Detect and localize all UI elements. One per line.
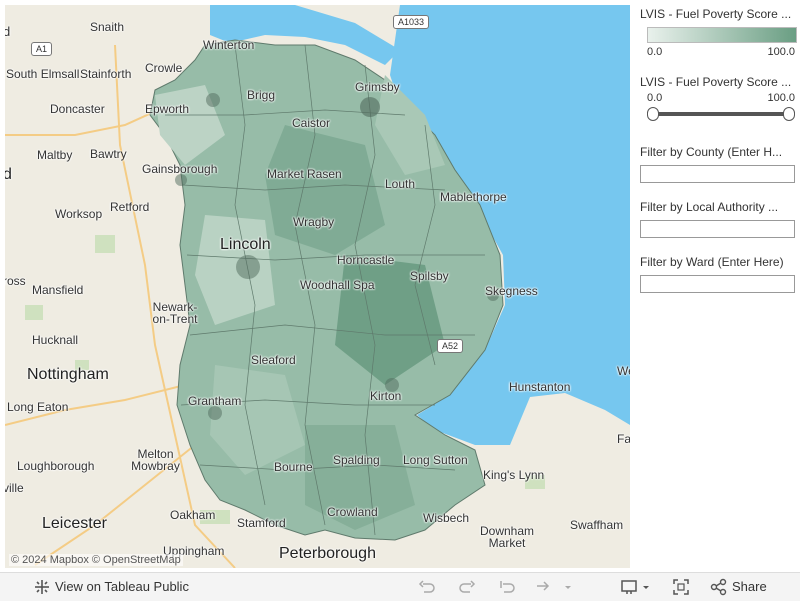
town-label-spilsby: Spilsby: [410, 269, 449, 283]
map-edge-label: d: [5, 166, 12, 183]
range-filter: LVIS - Fuel Poverty Score ... 0.0 100.0: [640, 75, 798, 121]
town-label-bawtry: Bawtry: [90, 147, 127, 161]
town-label-oakham: Oakham: [170, 508, 216, 522]
town-label-sleaford: Sleaford: [251, 353, 296, 367]
range-slider-track[interactable]: [651, 112, 791, 116]
town-label-mansfield: Mansfield: [32, 283, 84, 297]
town-label-bourne: Bourne: [274, 460, 313, 474]
town-label-long-sutton: Long Sutton: [403, 453, 468, 467]
filter-county-input[interactable]: [640, 165, 795, 183]
town-label-maltby: Maltby: [37, 148, 73, 162]
chevron-down-icon[interactable]: [562, 578, 574, 596]
map-edge-label: We: [617, 364, 630, 378]
town-label-nottingham: Nottingham: [27, 366, 109, 383]
share-icon[interactable]: [710, 578, 728, 596]
fullscreen-icon[interactable]: [672, 578, 690, 596]
range-filter-title: LVIS - Fuel Poverty Score ...: [640, 75, 792, 89]
town-label-leicester: Leicester: [42, 515, 107, 532]
map-edge-label: ville: [5, 481, 24, 495]
town-label-swaffham: Swaffham: [570, 518, 624, 532]
town-label-kirton: Kirton: [370, 389, 402, 403]
tableau-icon[interactable]: [33, 578, 51, 596]
town-label-downham-market: Downham Market: [479, 524, 535, 550]
town-label-stainforth: Stainforth: [80, 67, 132, 81]
color-legend-title: LVIS - Fuel Poverty Score ...: [640, 7, 792, 21]
road-shield-a52: A52: [437, 339, 464, 353]
share-button[interactable]: Share: [732, 579, 767, 594]
town-label-market-rasen: Market Rasen: [267, 167, 342, 181]
map-attribution[interactable]: © 2024 Mapbox © OpenStreetMap: [9, 554, 183, 566]
legend-panel: LVIS - Fuel Poverty Score ... 0.0 100.0 …: [636, 5, 798, 568]
map-edge-label: ross: [5, 274, 26, 288]
color-legend-max: 100.0: [767, 46, 795, 58]
filter-local-authority-label: Filter by Local Authority ...: [640, 200, 779, 214]
view-on-tableau-public-link[interactable]: View on Tableau Public: [55, 579, 189, 594]
town-label-spalding: Spalding: [333, 453, 380, 467]
town-label-loughborough: Loughborough: [17, 459, 95, 473]
town-label-gainsborough: Gainsborough: [142, 162, 218, 176]
town-label-snaith: Snaith: [90, 20, 125, 34]
download-icon[interactable]: [620, 578, 638, 596]
town-label-horncastle: Horncastle: [337, 253, 395, 267]
map-edge-label: Fa: [617, 432, 630, 446]
filter-local-authority-input[interactable]: [640, 220, 795, 238]
town-label-melton-mowbray: Melton Mowbray: [131, 447, 180, 473]
town-label-south-elmsall: South Elmsall: [6, 67, 80, 81]
town-label-epworth: Epworth: [145, 102, 190, 116]
town-label-hunstanton: Hunstanton: [509, 380, 571, 394]
town-label-grantham: Grantham: [188, 394, 242, 408]
town-label-winterton: Winterton: [203, 38, 255, 52]
town-label-retford: Retford: [110, 200, 150, 214]
filter-ward: Filter by Ward (Enter Here): [640, 255, 798, 293]
filter-ward-input[interactable]: [640, 275, 795, 293]
town-label-newark: Newark-on-Trent: [152, 300, 198, 326]
town-label-louth: Louth: [385, 177, 416, 191]
town-label-lincoln: Lincoln: [220, 236, 271, 253]
range-slider[interactable]: [647, 107, 795, 121]
filter-county: Filter by County (Enter H...: [640, 145, 798, 183]
town-label-peterborough: Peterborough: [279, 545, 376, 562]
town-label-wisbech: Wisbech: [423, 511, 470, 525]
color-legend-min: 0.0: [647, 46, 663, 58]
town-label-skegness: Skegness: [485, 284, 538, 298]
town-label-doncaster: Doncaster: [50, 102, 105, 116]
filter-ward-label: Filter by Ward (Enter Here): [640, 255, 784, 269]
town-label-mablethorpe: Mablethorpe: [440, 190, 507, 204]
town-label-hucknall: Hucknall: [32, 333, 79, 347]
range-slider-low-handle[interactable]: [647, 107, 659, 121]
range-slider-high-handle[interactable]: [783, 107, 795, 121]
filter-county-label: Filter by County (Enter H...: [640, 145, 783, 159]
revert-icon[interactable]: [498, 578, 516, 596]
map-view[interactable]: d d ross ville We Fa Snaith Crowle Winte…: [5, 5, 630, 568]
redo-icon[interactable]: [458, 578, 476, 596]
town-label-long-eaton: Long Eaton: [7, 400, 69, 414]
town-label-worksop: Worksop: [55, 207, 103, 221]
range-filter-max: 100.0: [767, 92, 795, 104]
town-label-grimsby: Grimsby: [355, 80, 400, 94]
road-shield-a1033: A1033: [393, 15, 430, 29]
town-label-stamford: Stamford: [237, 516, 286, 530]
town-label-brigg: Brigg: [247, 88, 276, 102]
color-legend: LVIS - Fuel Poverty Score ... 0.0 100.0: [640, 7, 798, 58]
filter-local-authority: Filter by Local Authority ...: [640, 200, 798, 238]
range-filter-min: 0.0: [647, 92, 663, 104]
road-shield-a1: A1: [31, 42, 53, 56]
chevron-down-icon[interactable]: [640, 578, 652, 596]
color-legend-scale: 0.0 100.0: [647, 43, 795, 58]
tableau-toolbar: View on Tableau Public Share: [0, 572, 800, 601]
undo-icon[interactable]: [418, 578, 436, 596]
town-label-crowland: Crowland: [327, 505, 378, 519]
range-filter-values: 0.0 100.0: [647, 89, 795, 104]
town-label-kings-lynn: King's Lynn: [483, 468, 545, 482]
town-label-woodhall-spa: Woodhall Spa: [300, 278, 375, 292]
color-legend-gradient: [647, 27, 797, 43]
town-label-crowle: Crowle: [145, 61, 183, 75]
town-label-caistor: Caistor: [292, 116, 331, 130]
map-edge-label: d: [5, 24, 11, 39]
town-label-wragby: Wragby: [293, 215, 335, 229]
refresh-icon[interactable]: [534, 578, 552, 596]
